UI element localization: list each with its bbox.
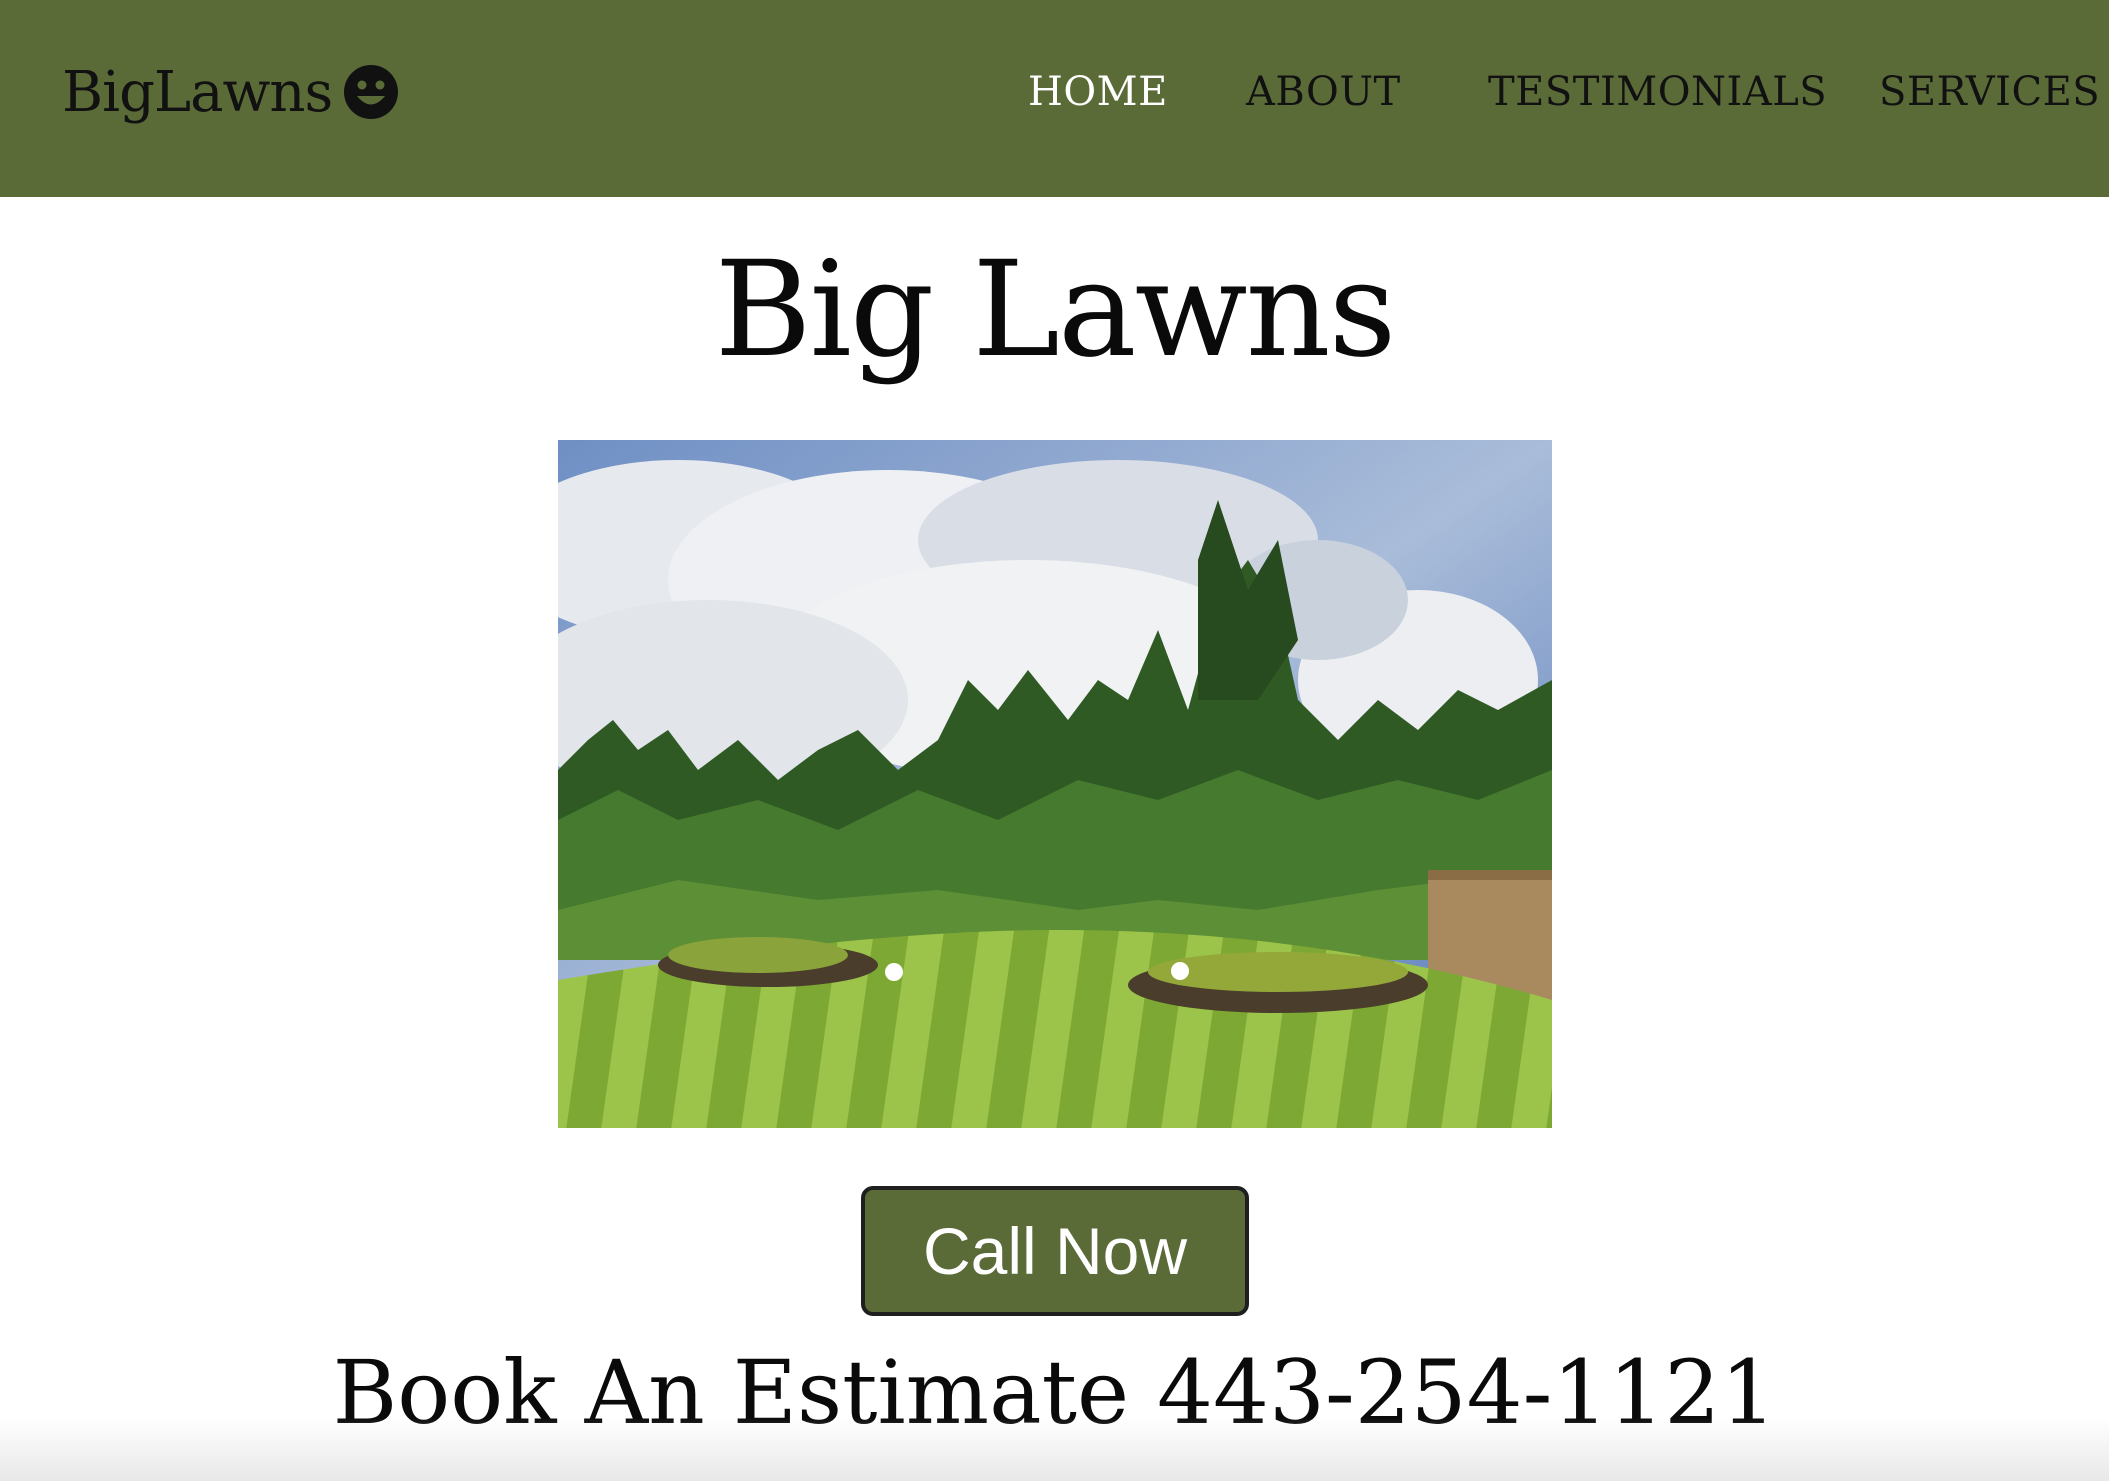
lawn-photo	[558, 440, 1552, 1128]
brand-name: BigLawns	[62, 59, 333, 125]
page-title: Big Lawns	[714, 233, 1397, 387]
brand-logo[interactable]: BigLawns	[62, 52, 400, 132]
smiley-face-icon	[344, 65, 399, 119]
site-header: BigLawns HOME ABOUT TESTIMONIALS SERVICE…	[0, 0, 2109, 197]
nav-home[interactable]: HOME	[1028, 62, 1168, 122]
nav-services[interactable]: SERVICES	[1879, 62, 2100, 122]
nav-testimonials[interactable]: TESTIMONIALS	[1488, 62, 1827, 122]
estimate-phone-text: Book An Estimate 443-254-1121	[332, 1341, 1777, 1444]
call-now-button[interactable]: Call Now	[861, 1186, 1249, 1316]
nav-about[interactable]: ABOUT	[1246, 62, 1401, 122]
